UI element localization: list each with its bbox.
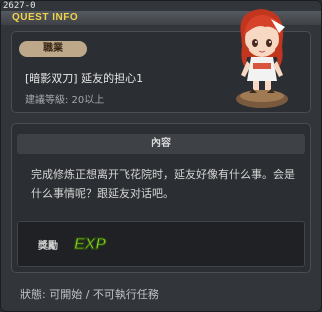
reward-box: 獎勵 EXP bbox=[17, 221, 305, 267]
quest-name: [暗影双刀] 延友的担心1 bbox=[25, 72, 144, 85]
npc-portrait-icon bbox=[223, 5, 301, 109]
content-header: 內容 bbox=[17, 134, 305, 154]
quest-content-panel: 內容 完成修炼正想离开飞花院时，延友好像有什么事。会是什么事情呢？跟延友对话吧。… bbox=[11, 123, 311, 273]
exp-text: EXP bbox=[74, 236, 106, 253]
job-badge: 職業 bbox=[19, 41, 87, 57]
reward-label: 獎勵 bbox=[38, 241, 58, 252]
quest-description: 完成修炼正想离开飞花院时，延友好像有什么事。会是什么事情呢？跟延友对话吧。 bbox=[31, 168, 295, 200]
exp-icon: EXP bbox=[73, 233, 117, 257]
required-level: 建議等級: 20以上 bbox=[25, 95, 105, 106]
window-title: QUEST INFO bbox=[12, 12, 79, 23]
quest-status: 狀態: 可開始 / 不可執行任務 bbox=[20, 288, 159, 301]
quest-id: 2627-0 bbox=[3, 1, 36, 11]
quest-info-window: 2627-0 QUEST INFO 職業 [暗影双刀] 延友的担心1 建議等級:… bbox=[0, 0, 322, 312]
